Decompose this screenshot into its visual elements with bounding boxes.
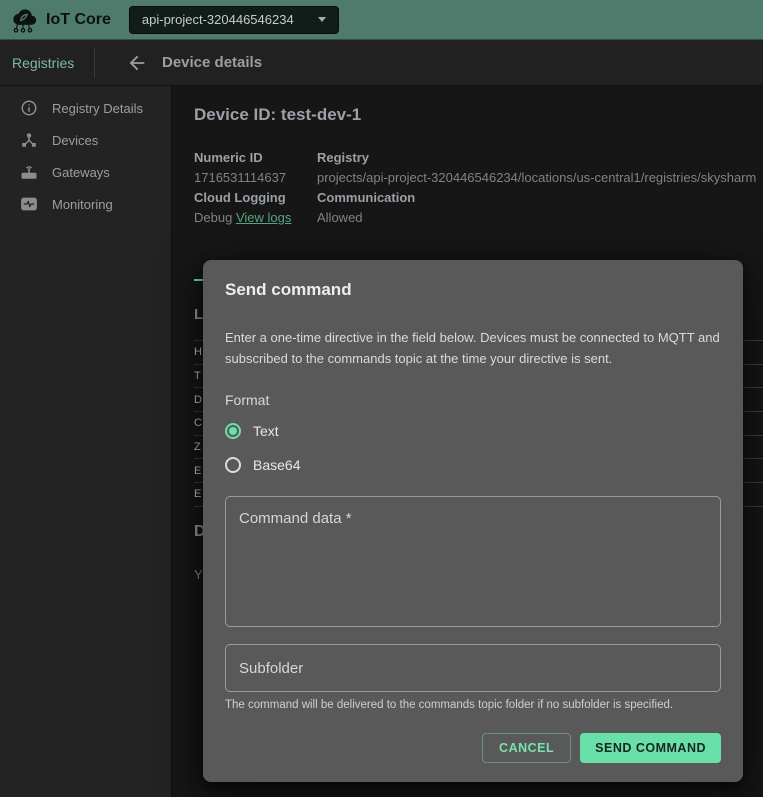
back-button[interactable] xyxy=(125,51,149,75)
radio-button-icon xyxy=(225,457,241,473)
subfolder-helper-text: The command will be delivered to the com… xyxy=(225,699,721,711)
send-command-dialog: Send command Enter a one-time directive … xyxy=(203,260,743,782)
clipped-section-text: Y xyxy=(194,567,203,582)
arrow-left-icon xyxy=(126,52,148,74)
view-logs-link[interactable]: View logs xyxy=(236,210,291,225)
numeric-id-value: 1716531114637 xyxy=(194,168,317,188)
sidebar: Registry Details Devices Gateways Monito… xyxy=(0,86,172,797)
communication-value: Allowed xyxy=(317,208,763,228)
cloud-logging-value: Debug View logs xyxy=(194,208,317,228)
format-radio-base64[interactable]: Base64 xyxy=(225,455,721,475)
project-selector[interactable]: api-project-320446546234 xyxy=(129,6,339,34)
communication-label: Communication xyxy=(317,188,763,208)
sidebar-item-monitoring[interactable]: Monitoring xyxy=(0,188,171,220)
router-icon xyxy=(20,163,38,181)
row-label-fragment: E xyxy=(194,488,201,500)
registry-label: Registry xyxy=(317,148,763,168)
row-label-fragment: T xyxy=(194,370,201,382)
page-header-bar: Registries Device details xyxy=(0,40,763,86)
cloud-logging-mode: Debug xyxy=(194,210,232,225)
sidebar-item-gateways[interactable]: Gateways xyxy=(0,156,171,188)
send-command-button[interactable]: SEND COMMAND xyxy=(580,733,721,763)
numeric-id-label: Numeric ID xyxy=(194,148,317,168)
iot-core-app: IoT Core api-project-320446546234 Regist… xyxy=(0,0,763,797)
format-radio-text[interactable]: Text xyxy=(225,421,721,441)
clipped-section-heading-1: L xyxy=(194,306,203,323)
sidebar-item-label: Registry Details xyxy=(52,101,143,116)
registries-link[interactable]: Registries xyxy=(12,55,74,71)
sidebar-item-label: Monitoring xyxy=(52,197,113,212)
device-id-heading: Device ID: test-dev-1 xyxy=(194,105,361,125)
page-title: Device details xyxy=(162,54,262,71)
dialog-description: Enter a one-time directive in the field … xyxy=(225,327,723,369)
info-icon xyxy=(20,99,38,117)
iot-core-logo-icon xyxy=(8,6,38,34)
row-label-fragment: D xyxy=(194,394,202,406)
device-hub-icon xyxy=(20,131,38,149)
command-data-input[interactable] xyxy=(225,496,721,627)
dialog-actions: CANCEL SEND COMMAND xyxy=(225,733,721,763)
project-selector-label: api-project-320446546234 xyxy=(142,12,294,27)
sidebar-item-label: Devices xyxy=(52,133,98,148)
radio-label: Base64 xyxy=(253,457,300,473)
app-title: IoT Core xyxy=(46,11,111,29)
registries-nav: Registries xyxy=(0,48,95,78)
cloud-logging-label: Cloud Logging xyxy=(194,188,317,208)
chevron-down-icon xyxy=(318,17,326,22)
row-label-fragment: Z xyxy=(194,441,201,453)
dialog-title: Send command xyxy=(225,280,721,300)
row-label-fragment: E xyxy=(194,465,201,477)
row-label-fragment: H xyxy=(194,346,202,358)
radio-button-icon xyxy=(225,423,241,439)
sidebar-item-devices[interactable]: Devices xyxy=(0,124,171,156)
registry-value: projects/api-project-320446546234/locati… xyxy=(317,168,763,188)
cancel-button[interactable]: CANCEL xyxy=(482,733,571,763)
subfolder-input[interactable] xyxy=(225,644,721,692)
row-label-fragment: C xyxy=(194,417,202,429)
format-label: Format xyxy=(225,392,721,408)
sidebar-item-label: Gateways xyxy=(52,165,110,180)
monitoring-icon xyxy=(20,195,38,213)
radio-label: Text xyxy=(253,423,279,439)
sidebar-item-registry-details[interactable]: Registry Details xyxy=(0,92,171,124)
app-header: IoT Core api-project-320446546234 xyxy=(0,0,763,40)
device-info-grid: Numeric ID Registry 1716531114637 projec… xyxy=(194,148,763,228)
